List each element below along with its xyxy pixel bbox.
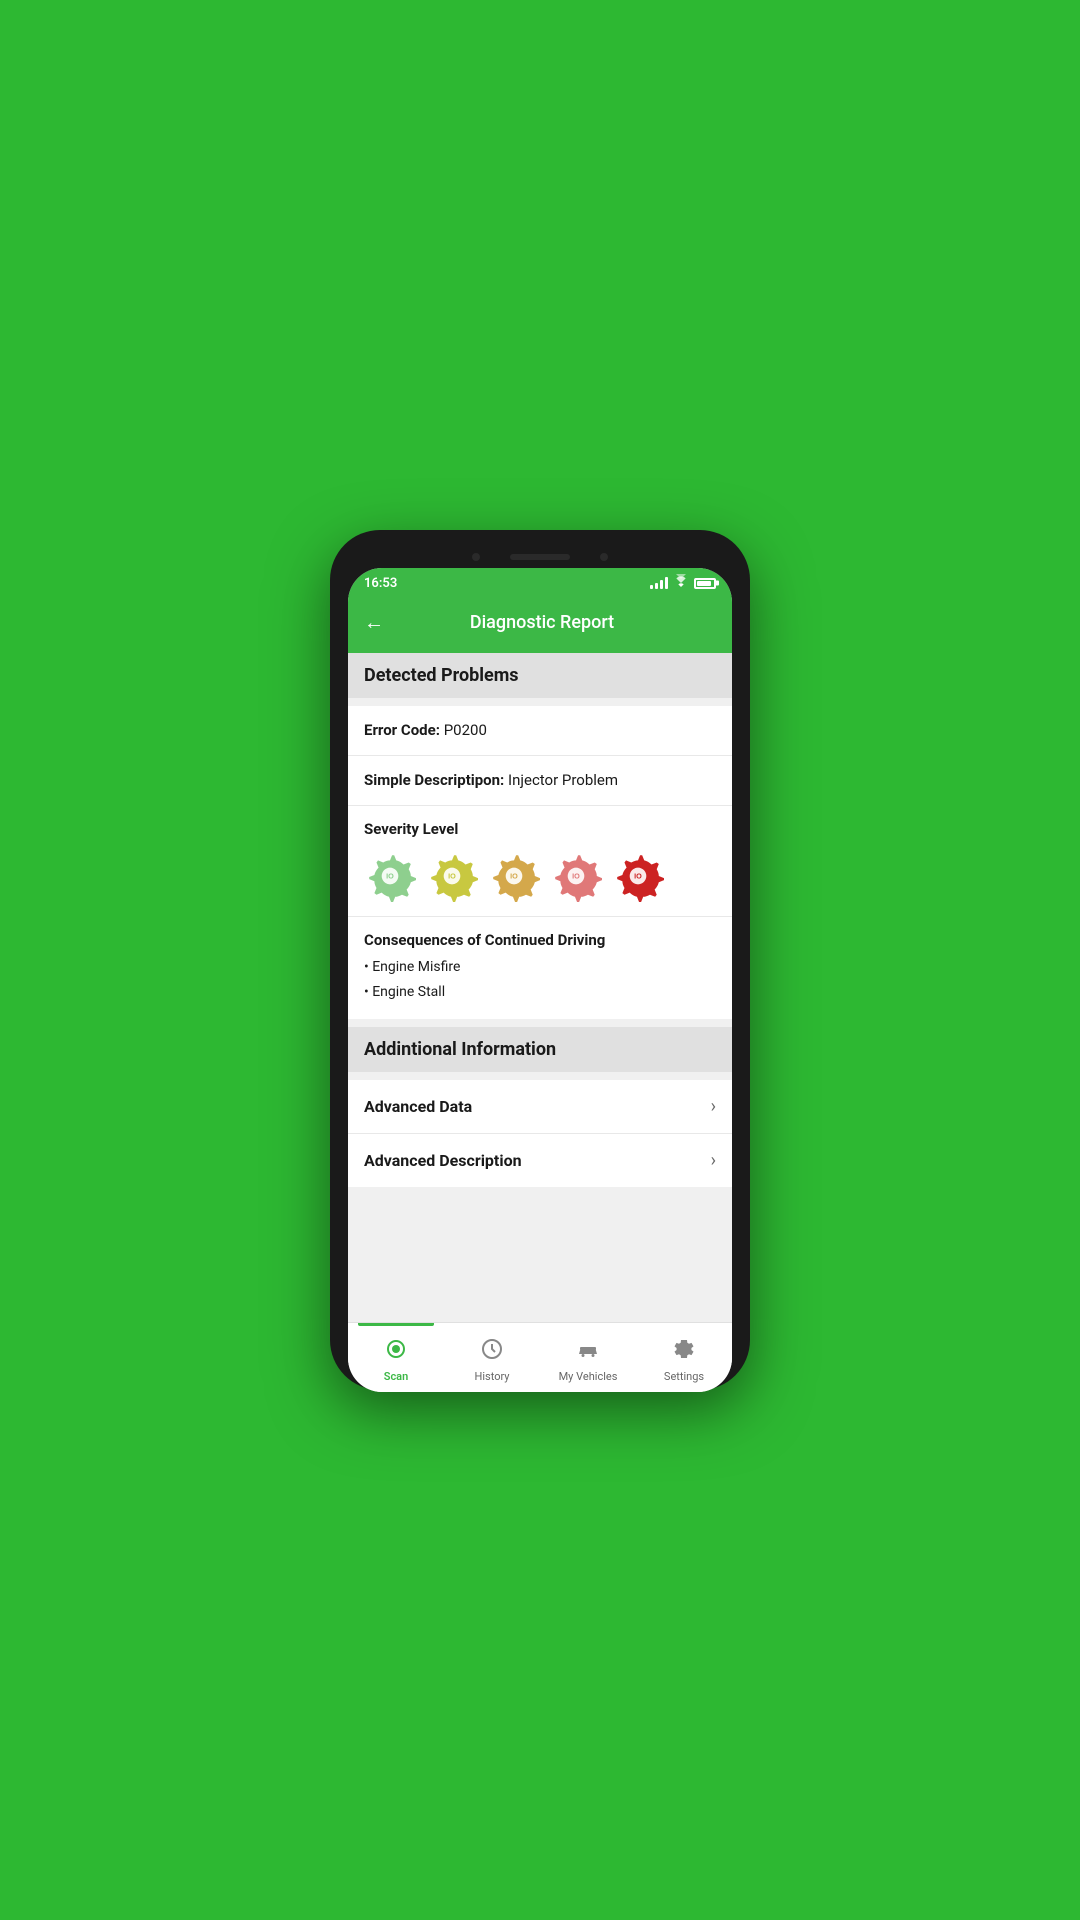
severity-gear-5: IO	[612, 850, 664, 902]
chevron-right-icon-advanced-data: ›	[711, 1096, 716, 1117]
phone-speaker	[510, 554, 570, 560]
consequence-item: • Engine Stall	[364, 980, 716, 1005]
nav-row-advanced-description[interactable]: Advanced Description ›	[348, 1134, 732, 1187]
consequences-row: Consequences of Continued Driving • Engi…	[348, 917, 732, 1019]
simple-desc-row: Simple Descriptipon: Injector Problem	[348, 756, 732, 806]
severity-title: Severity Level	[364, 820, 716, 838]
error-code-row: Error Code: P0200	[348, 706, 732, 756]
simple-desc-label: Simple Descriptipon:	[364, 771, 504, 789]
phone-camera-area	[348, 548, 732, 566]
svg-text:IO: IO	[386, 872, 394, 881]
battery-icon	[694, 578, 716, 589]
nav-icon-my-vehicles	[576, 1337, 600, 1367]
severity-gear-4: IO	[550, 850, 602, 902]
additional-info-title: Addintional Information	[364, 1039, 556, 1060]
detected-problems-title: Detected Problems	[364, 665, 519, 686]
back-button[interactable]: ←	[364, 606, 392, 639]
consequences-title: Consequences of Continued Driving	[364, 931, 716, 949]
phone-screen: 16:53	[348, 568, 732, 1392]
svg-text:IO: IO	[634, 872, 642, 881]
status-bar: 16:53	[348, 568, 732, 596]
nav-label-my-vehicles: My Vehicles	[559, 1370, 618, 1383]
nav-row-label-advanced-data: Advanced Data	[364, 1097, 472, 1116]
severity-gear-3: IO	[488, 850, 540, 902]
nav-label-history: History	[475, 1370, 510, 1383]
page-content: Detected Problems Error Code: P0200 Simp…	[348, 653, 732, 1322]
nav-label-scan: Scan	[384, 1370, 409, 1383]
nav-item-history[interactable]: History	[444, 1323, 540, 1392]
camera-dot-right	[600, 553, 608, 561]
nav-icon-history	[480, 1337, 504, 1367]
error-code-value: P0200	[444, 721, 487, 739]
additional-info-header: Addintional Information	[348, 1027, 732, 1072]
severity-gear-2: IO	[426, 850, 478, 902]
severity-gears: IO IO IO IO IO	[364, 850, 716, 902]
additional-info-card: Advanced Data › Advanced Description ›	[348, 1080, 732, 1187]
nav-icon-settings	[672, 1337, 696, 1367]
nav-icon-scan	[384, 1337, 408, 1367]
page-title: Diagnostic Report	[392, 612, 716, 633]
severity-gear-1: IO	[364, 850, 416, 902]
nav-item-my-vehicles[interactable]: My Vehicles	[540, 1323, 636, 1392]
severity-row: Severity Level IO IO IO IO	[348, 806, 732, 917]
nav-item-scan[interactable]: Scan	[348, 1323, 444, 1392]
error-code-label: Error Code:	[364, 721, 440, 739]
status-time: 16:53	[364, 576, 397, 591]
signal-bars-icon	[650, 577, 668, 589]
consequences-list: • Engine Misfire• Engine Stall	[364, 955, 716, 1005]
camera-dot-left	[472, 553, 480, 561]
nav-item-settings[interactable]: Settings	[636, 1323, 732, 1392]
nav-label-settings: Settings	[664, 1370, 704, 1383]
consequence-item: • Engine Misfire	[364, 955, 716, 980]
page-header: ← Diagnostic Report	[348, 596, 732, 653]
nav-row-label-advanced-description: Advanced Description	[364, 1151, 522, 1170]
detected-problems-header: Detected Problems	[348, 653, 732, 698]
svg-text:IO: IO	[572, 872, 580, 881]
nav-row-advanced-data[interactable]: Advanced Data ›	[348, 1080, 732, 1134]
problems-card: Error Code: P0200 Simple Descriptipon: I…	[348, 706, 732, 1019]
status-icons	[650, 574, 716, 592]
wifi-icon	[673, 574, 689, 592]
svg-text:IO: IO	[448, 872, 456, 881]
bottom-nav: Scan History My Vehicles Settings	[348, 1322, 732, 1392]
phone-frame: 16:53	[330, 530, 750, 1390]
simple-desc-value: Injector Problem	[508, 771, 618, 789]
svg-text:IO: IO	[510, 872, 518, 881]
chevron-right-icon-advanced-description: ›	[711, 1150, 716, 1171]
